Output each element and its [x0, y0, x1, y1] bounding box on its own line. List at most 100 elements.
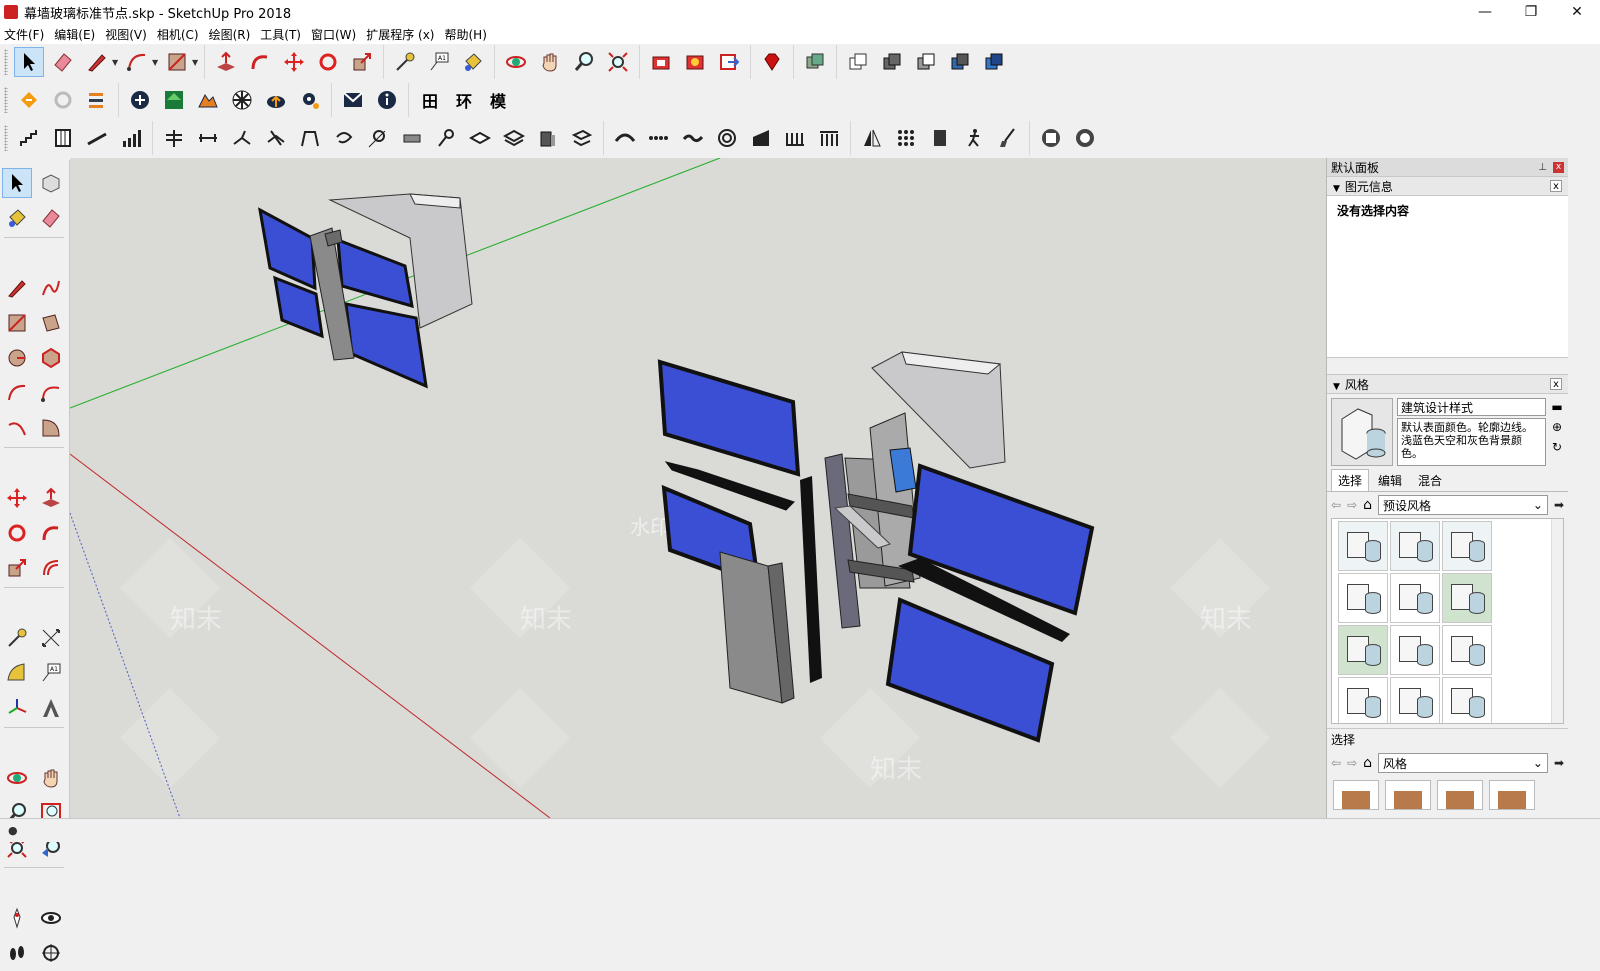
style-thumbnail[interactable] [1338, 573, 1388, 623]
tool-j-button[interactable] [465, 123, 495, 153]
tool-d-button[interactable] [261, 123, 291, 153]
secondary-thumbnail[interactable] [1385, 780, 1431, 810]
add-button[interactable] [125, 85, 155, 115]
tab-mix[interactable]: 混合 [1411, 469, 1449, 491]
close-icon[interactable]: x [1550, 180, 1562, 192]
zoom-button[interactable] [569, 47, 599, 77]
left-move-button[interactable] [2, 483, 32, 513]
extension-warehouse-button[interactable] [757, 47, 787, 77]
style-collection-select[interactable]: 预设风格 ⌄ [1378, 495, 1548, 515]
info-button[interactable] [372, 85, 402, 115]
share-model-button[interactable] [714, 47, 744, 77]
left-3pt-arc-button[interactable] [2, 413, 32, 443]
cloud-upload-button[interactable] [261, 85, 291, 115]
close-icon[interactable]: x [1550, 378, 1562, 390]
entity-info-header[interactable]: ▼ 图元信息 x [1327, 176, 1568, 196]
tool-k-button[interactable] [499, 123, 529, 153]
line-dropdown-icon[interactable]: ▼ [112, 58, 120, 67]
tool-i-button[interactable] [431, 123, 461, 153]
exploded-node-model[interactable] [657, 351, 1095, 743]
menu-extensions[interactable]: 扩展程序 (x) [362, 26, 440, 43]
display-secondary-pane-icon[interactable]: ▬ [1551, 400, 1562, 414]
close-icon[interactable]: x [1553, 161, 1564, 173]
rectangle-tool-button[interactable] [162, 47, 192, 77]
left-arc-button[interactable] [2, 378, 32, 408]
style-thumbnail[interactable] [1390, 625, 1440, 675]
scale-button[interactable] [347, 47, 377, 77]
left-walk-button[interactable] [2, 938, 32, 968]
intersect-button[interactable] [843, 47, 873, 77]
minimize-button[interactable]: — [1462, 0, 1508, 24]
secondary-thumbnail[interactable] [1437, 780, 1483, 810]
union-button[interactable] [877, 47, 907, 77]
refresh-button[interactable] [48, 85, 78, 115]
left-rotate-button[interactable] [2, 518, 32, 548]
menu-draw[interactable]: 绘图(R) [205, 26, 257, 43]
left-select-button[interactable] [2, 168, 32, 198]
rotate-button[interactable] [313, 47, 343, 77]
figure-button[interactable] [959, 123, 989, 153]
follow-me-button[interactable] [245, 47, 275, 77]
grid-text-button[interactable]: 田 [415, 85, 445, 115]
style-thumbnail[interactable] [1442, 625, 1492, 675]
left-protractor-button[interactable] [2, 658, 32, 688]
left-3d-text-button[interactable] [36, 693, 66, 723]
left-position-camera-button[interactable] [2, 903, 32, 933]
assembled-node-model[interactable] [257, 193, 473, 389]
forward-arrow-icon[interactable]: ⇨ [1347, 756, 1357, 770]
left-scale-button[interactable] [2, 553, 32, 583]
style-thumbnail[interactable] [1338, 677, 1388, 723]
left-paint-button[interactable] [2, 203, 32, 233]
left-look-around-button[interactable] [36, 903, 66, 933]
settings-button[interactable] [295, 85, 325, 115]
view-b-button[interactable] [1070, 123, 1100, 153]
curve-f-button[interactable] [780, 123, 810, 153]
stair-tool-button[interactable] [14, 123, 44, 153]
curve-d-button[interactable] [712, 123, 742, 153]
maximize-button[interactable]: ❐ [1508, 0, 1554, 24]
left-make-component-button[interactable] [36, 168, 66, 198]
view-a-button[interactable] [1036, 123, 1066, 153]
menu-file[interactable]: 文件(F) [0, 26, 50, 43]
eraser-tool-button[interactable] [48, 47, 78, 77]
thumbnail-scrollbar[interactable] [1551, 519, 1563, 723]
left-tape-button[interactable] [2, 623, 32, 653]
mail-button[interactable] [338, 85, 368, 115]
pan-button[interactable] [535, 47, 565, 77]
tool-h-button[interactable] [397, 123, 427, 153]
style-thumbnail[interactable] [1390, 521, 1440, 571]
model-text-button[interactable]: 模 [483, 85, 513, 115]
secondary-thumbnail[interactable] [1333, 780, 1379, 810]
tool-l-button[interactable] [533, 123, 563, 153]
arc-tool-button[interactable] [122, 47, 152, 77]
line-tool-button[interactable] [82, 47, 112, 77]
left-text-button[interactable]: A1 [36, 658, 66, 688]
menu-view[interactable]: 视图(V) [101, 26, 153, 43]
tool-e-button[interactable] [295, 123, 325, 153]
terrain-button[interactable] [193, 85, 223, 115]
left-offset-button[interactable] [36, 553, 66, 583]
plugin-logo-button[interactable] [14, 85, 44, 115]
tool-c-button[interactable] [227, 123, 257, 153]
bars-tool-button[interactable] [116, 123, 146, 153]
status-info-icon[interactable]: ● [8, 824, 18, 837]
model-canvas[interactable]: 知末 知末 知末 知末 水印保护区 [70, 158, 1326, 818]
panel-button[interactable] [925, 123, 955, 153]
select-tool-button[interactable] [14, 47, 44, 77]
brush-button[interactable] [993, 123, 1023, 153]
left-rotated-rect-button[interactable] [36, 308, 66, 338]
left-polygon-button[interactable] [36, 343, 66, 373]
left-freehand-button[interactable] [36, 273, 66, 303]
close-button[interactable]: ✕ [1554, 0, 1600, 24]
styles-header[interactable]: ▼ 风格 x [1327, 374, 1568, 394]
menu-tools[interactable]: 工具(T) [256, 26, 307, 43]
push-pull-button[interactable] [211, 47, 241, 77]
subtract-button[interactable] [911, 47, 941, 77]
checker-sphere-button[interactable] [227, 85, 257, 115]
orbit-button[interactable] [501, 47, 531, 77]
style-thumbnail[interactable] [1442, 677, 1492, 723]
secondary-thumbnail[interactable] [1489, 780, 1535, 810]
tab-edit[interactable]: 编辑 [1371, 469, 1409, 491]
left-circle-button[interactable] [2, 343, 32, 373]
model-viewport[interactable]: 知末 知末 知末 知末 水印保护区 [70, 158, 1326, 818]
